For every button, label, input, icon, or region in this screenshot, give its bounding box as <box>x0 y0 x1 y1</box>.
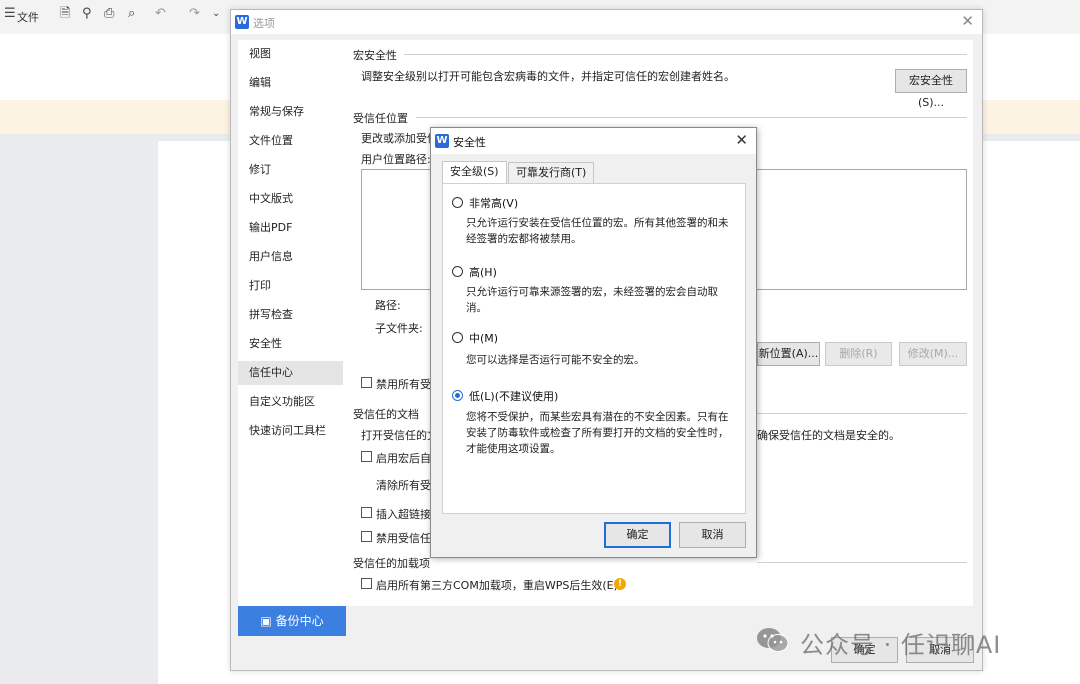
wechat-icon <box>757 628 789 652</box>
options-titlebar: W 选项 ✕ <box>231 10 982 34</box>
undo-icon[interactable]: ↶ <box>155 7 166 20</box>
backup-center-button[interactable]: ▣ 备份中心 <box>238 606 346 636</box>
close-icon[interactable]: ✕ <box>961 12 974 30</box>
macro-security-heading: 宏安全性 <box>353 49 397 62</box>
export-pdf-icon[interactable]: ⚲ <box>82 7 92 20</box>
insert-hyperlink-label: 插入超链接 <box>376 508 431 521</box>
wps-logo-icon: W <box>435 134 449 148</box>
backup-center-label: 备份中心 <box>275 614 324 628</box>
very-high-description: 只允许运行安装在受信任位置的宏。所有其他签署的和未经签署的宏都将被禁用。 <box>466 217 729 245</box>
divider <box>757 562 967 563</box>
nav-item-general-save[interactable]: 常规与保存 <box>238 100 343 124</box>
backup-icon: ▣ <box>260 614 272 628</box>
nav-item-revisions[interactable]: 修订 <box>238 158 343 182</box>
print-icon[interactable]: ⎙ <box>104 7 114 20</box>
security-ok-button[interactable]: 确定 <box>604 522 671 548</box>
nav-item-print[interactable]: 打印 <box>238 274 343 298</box>
radio-medium[interactable] <box>452 332 463 343</box>
enable-macros-checkbox[interactable] <box>361 451 372 462</box>
print-preview-icon[interactable]: ⌕ <box>128 7 135 20</box>
trusted-addins-heading: 受信任的加载项 <box>353 557 430 570</box>
macro-security-button[interactable]: 宏安全性(S)... <box>895 69 967 109</box>
radio-selected-dot <box>455 393 460 398</box>
clear-trusted-label[interactable]: 清除所有受 <box>376 477 431 493</box>
radio-low-label[interactable]: 低(L)(不建议使用) <box>469 388 558 404</box>
warning-icon: ! <box>614 578 626 590</box>
disable-trusted-documents-label: 禁用受信任 <box>376 532 431 545</box>
divider <box>757 413 967 414</box>
nav-item-customize-ribbon[interactable]: 自定义功能区 <box>238 390 343 414</box>
file-menu[interactable]: 文件 <box>17 9 39 25</box>
add-location-button[interactable]: 新位置(A)... <box>757 342 820 366</box>
nav-item-file-locations[interactable]: 文件位置 <box>238 129 343 153</box>
nav-item-edit[interactable]: 编辑 <box>238 71 343 95</box>
macro-security-description: 调整安全级别以打开可能包含宏病毒的文件，并指定可信任的宏创建者姓名。 <box>361 70 735 83</box>
nav-item-view[interactable]: 视图 <box>238 42 343 66</box>
enable-com-addins-label: 启用所有第三方COM加载项，重启WPS后生效(E) <box>376 579 618 592</box>
disable-trusted-locations-checkbox[interactable] <box>361 377 372 388</box>
medium-description: 您可以选择是否运行可能不安全的宏。 <box>466 354 645 366</box>
path-label: 路径: <box>375 299 401 312</box>
watermark-text: 公众号 · 任识聊AI <box>800 631 1002 659</box>
trusted-documents-heading: 受信任的文档 <box>353 408 419 421</box>
redo-icon[interactable]: ↷ <box>189 7 200 20</box>
nav-item-quick-access[interactable]: 快速访问工具栏 <box>238 419 343 443</box>
options-nav: 视图 编辑 常规与保存 文件位置 修订 中文版式 输出PDF 用户信息 打印 拼… <box>238 40 346 636</box>
insert-hyperlink-checkbox[interactable] <box>361 507 372 518</box>
security-titlebar: W 安全性 ✕ <box>431 128 756 154</box>
security-cancel-button[interactable]: 取消 <box>679 522 746 548</box>
nav-item-chinese-layout[interactable]: 中文版式 <box>238 187 343 211</box>
radio-high-label[interactable]: 高(H) <box>469 264 497 280</box>
chevron-down-icon[interactable]: ⌄ <box>212 9 220 19</box>
enable-macros-label: 启用宏后自 <box>376 452 431 465</box>
nav-item-trust-center[interactable]: 信任中心 <box>238 361 343 385</box>
tab-trusted-publishers[interactable]: 可靠发行商(T) <box>508 162 595 183</box>
low-description: 您将不受保护，而某些宏具有潜在的不安全因素。只有在安装了防毒软件或检查了所有要打… <box>466 411 729 455</box>
close-icon[interactable]: ✕ <box>735 131 748 149</box>
nav-item-spell-check[interactable]: 拼写检查 <box>238 303 343 327</box>
remove-location-button[interactable]: 删除(R) <box>825 342 892 366</box>
enable-com-addins-checkbox[interactable] <box>361 578 372 589</box>
radio-very-high[interactable] <box>452 197 463 208</box>
trusted-documents-description: 打开受信任的文 <box>361 429 438 442</box>
trusted-locations-heading: 受信任位置 <box>353 112 408 125</box>
radio-low[interactable] <box>452 390 463 401</box>
divider <box>404 54 967 55</box>
options-title: 选项 <box>253 17 275 30</box>
wps-logo-icon: W <box>235 15 249 29</box>
security-level-panel: 非常高(V) 只允许运行安装在受信任位置的宏。所有其他签署的和未经签署的宏都将被… <box>442 183 746 514</box>
tab-security-level[interactable]: 安全级(S) <box>442 161 507 184</box>
trusted-documents-description-end: 确保受信任的文档是安全的。 <box>757 429 900 442</box>
radio-very-high-label[interactable]: 非常高(V) <box>469 195 518 211</box>
nav-item-output-pdf[interactable]: 输出PDF <box>238 216 343 240</box>
radio-medium-label[interactable]: 中(M) <box>469 330 498 346</box>
high-description: 只允许运行可靠来源签署的宏，未经签署的宏会自动取消。 <box>466 286 718 314</box>
save-icon[interactable]: 🗎 <box>60 7 70 20</box>
trusted-locations-description: 更改或添加受信 <box>361 132 438 145</box>
nav-item-security[interactable]: 安全性 <box>238 332 343 356</box>
disable-trusted-documents-checkbox[interactable] <box>361 531 372 542</box>
nav-item-user-info[interactable]: 用户信息 <box>238 245 343 269</box>
user-path-label: 用户位置路径: <box>361 153 431 166</box>
radio-high[interactable] <box>452 266 463 277</box>
subfolder-label: 子文件夹: <box>375 322 423 335</box>
security-dialog-title: 安全性 <box>453 136 486 149</box>
divider <box>416 117 967 118</box>
modify-location-button[interactable]: 修改(M)... <box>899 342 967 366</box>
hamburger-icon[interactable]: ☰ <box>4 7 16 20</box>
security-dialog: W 安全性 ✕ 安全级(S) 可靠发行商(T) 非常高(V) 只允许运行安装在受… <box>430 127 757 558</box>
